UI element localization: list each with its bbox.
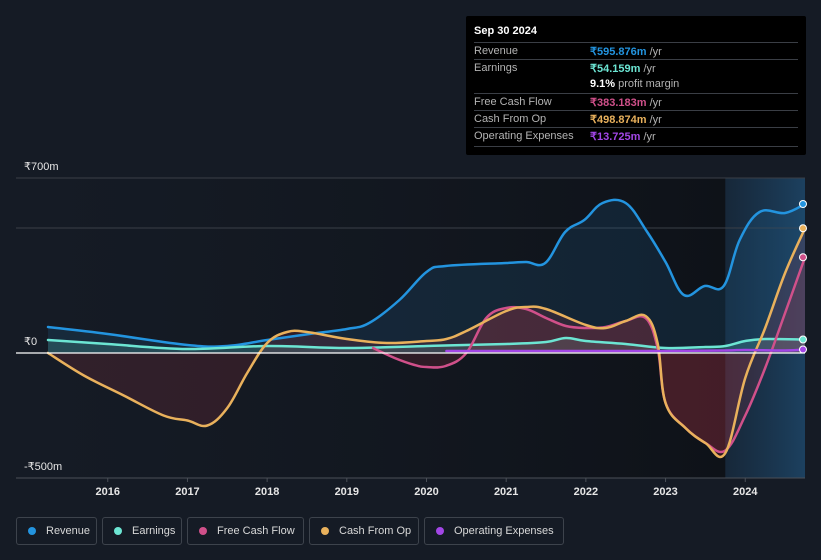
legend-item-revenue[interactable]: Revenue <box>16 517 97 545</box>
legend-label: Earnings <box>132 525 176 537</box>
legend-item-cash-from-op[interactable]: Cash From Op <box>309 517 419 545</box>
tooltip-row-value: ₹13.725m /yr <box>590 130 656 143</box>
x-tick-label: 2020 <box>414 486 438 498</box>
legend-label: Operating Expenses <box>454 525 554 537</box>
free-cash-flow-end-marker[interactable] <box>799 253 807 262</box>
operating-expenses-end-marker[interactable] <box>799 345 807 354</box>
tooltip-row-value: ₹54.159m /yr <box>590 62 656 75</box>
legend-dot-icon <box>436 527 444 535</box>
tooltip-value-number: ₹498.874m <box>590 114 647 126</box>
tooltip-divider <box>474 146 798 147</box>
tooltip-row-label: Cash From Op <box>474 113 547 125</box>
x-tick-label: 2021 <box>494 486 518 498</box>
legend-label: Revenue <box>46 525 91 537</box>
y-tick-label: ₹700m <box>24 161 59 173</box>
x-tick-label: 2023 <box>653 486 677 498</box>
tooltip-row-value: ₹383.183m /yr <box>590 96 662 109</box>
tooltip-row: 9.1% profit margin <box>474 76 798 93</box>
tooltip-row-label: Earnings <box>474 62 518 74</box>
tooltip-date: Sep 30 2024 <box>474 25 537 37</box>
tooltip-value-unit: profit margin <box>615 78 680 90</box>
earnings-end-marker[interactable] <box>799 335 807 344</box>
tooltip-panel: Sep 30 2024 Revenue ₹595.876m /yr Earnings… <box>466 16 806 155</box>
revenue-end-marker[interactable] <box>799 200 807 208</box>
x-tick-label: 2024 <box>733 486 758 498</box>
tooltip-value-unit: /yr <box>646 97 662 109</box>
tooltip-row-value: ₹498.874m /yr <box>590 113 662 126</box>
tooltip-value-unit: /yr <box>640 131 656 143</box>
tooltip-row-value: ₹595.876m /yr <box>590 45 662 58</box>
cash-from-op-end-marker[interactable] <box>799 224 807 233</box>
legend-dot-icon <box>114 527 122 535</box>
tooltip-value-number: ₹54.159m <box>590 63 641 75</box>
legend-item-free-cash-flow[interactable]: Free Cash Flow <box>187 517 304 545</box>
tooltip-row-label: Operating Expenses <box>474 130 574 142</box>
legend-dot-icon <box>199 527 207 535</box>
tooltip-row-label: Revenue <box>474 45 519 57</box>
y-tick-label: ₹0 <box>24 336 38 348</box>
tooltip-row-label: Free Cash Flow <box>474 96 552 108</box>
tooltip-row: Cash From Op ₹498.874m /yr <box>474 110 798 128</box>
x-tick-label: 2018 <box>255 486 279 498</box>
x-tick-label: 2022 <box>574 486 598 498</box>
tooltip-value-unit: /yr <box>646 46 662 58</box>
x-tick-label: 2016 <box>96 486 120 498</box>
tooltip-row: Revenue ₹595.876m /yr <box>474 42 798 60</box>
legend-dot-icon <box>321 527 329 535</box>
tooltip-value-number: ₹595.876m <box>590 46 647 58</box>
tooltip-row: Earnings ₹54.159m /yr <box>474 59 798 77</box>
tooltip-value-unit: /yr <box>646 114 662 126</box>
tooltip-value-number: ₹383.183m <box>590 97 647 109</box>
legend-label: Cash From Op <box>339 525 412 537</box>
legend-label: Free Cash Flow <box>217 525 295 537</box>
tooltip-value-number: 9.1% <box>590 78 616 90</box>
tooltip-value-unit: /yr <box>640 63 656 75</box>
tooltip-row-value: 9.1% profit margin <box>590 78 679 90</box>
x-tick-label: 2019 <box>335 486 359 498</box>
tooltip-row: Operating Expenses ₹13.725m /yr <box>474 127 798 145</box>
tooltip-value-number: ₹13.725m <box>590 131 641 143</box>
x-tick-label: 2017 <box>175 486 199 498</box>
tooltip-row: Free Cash Flow ₹383.183m /yr <box>474 93 798 111</box>
legend-item-operating-expenses[interactable]: Operating Expenses <box>424 517 564 545</box>
y-tick-label: -₹500m <box>24 461 63 473</box>
legend-dot-icon <box>28 527 36 535</box>
legend-item-earnings[interactable]: Earnings <box>102 517 182 545</box>
